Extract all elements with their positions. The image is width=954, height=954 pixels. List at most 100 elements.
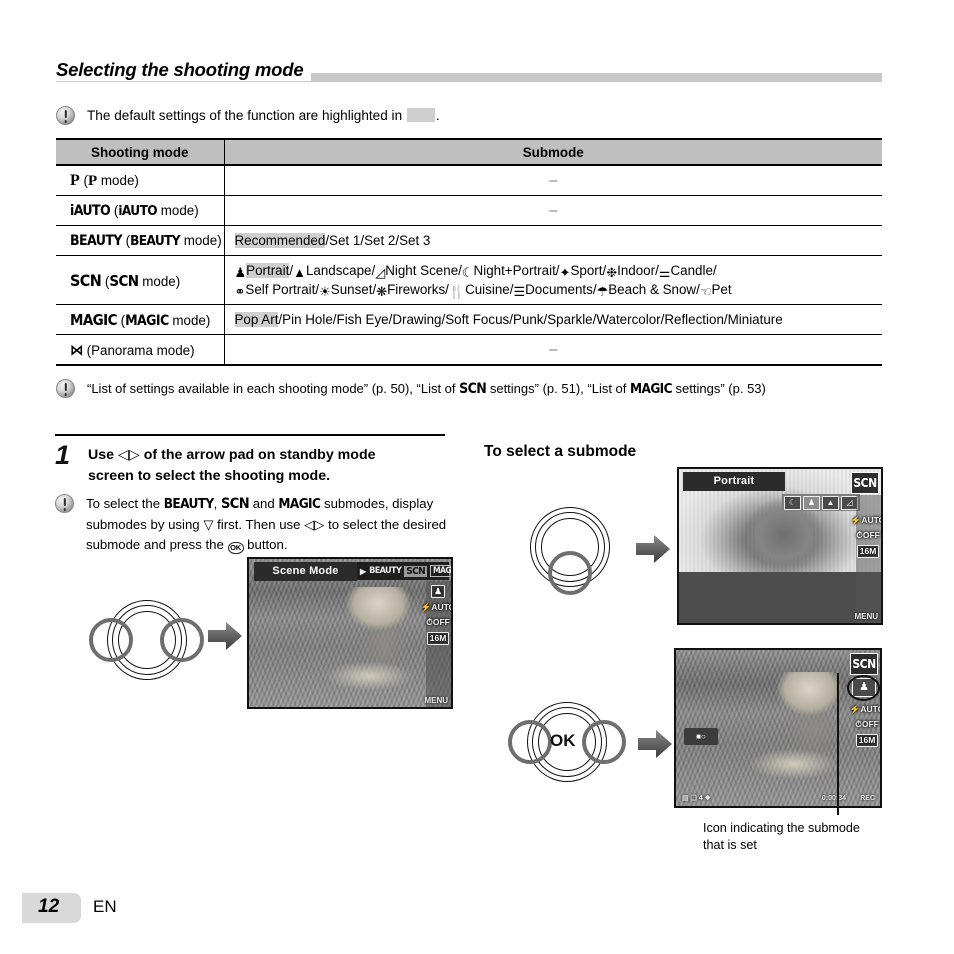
mode-mark-iauto: iAUTO <box>70 202 111 219</box>
mode-mark-magic-inline: MAGIC <box>125 312 169 329</box>
note-text-after: . <box>435 108 440 123</box>
mode-badge-scn: SCN <box>850 653 878 675</box>
night-portrait-icon[interactable]: ☾ <box>784 495 801 510</box>
left-arrow-highlight <box>89 618 133 662</box>
submode-icon-callout-circle <box>847 675 880 701</box>
submode-icon-row[interactable]: ☾ ♟ ▲ ◿ <box>782 494 860 511</box>
lcd-screen-scene-mode: Scene Mode ▶ BEAUTY SCN MAGIC ▷ ♟ ⚡AUTO … <box>247 557 453 709</box>
submode-scn-11: Documents <box>525 282 593 297</box>
candle-icon: ⚌ <box>658 265 671 280</box>
left-right-arrow-icon: ◁▷ <box>117 447 140 463</box>
mode-mark-p-inline: P <box>87 172 98 189</box>
note-f: to <box>328 516 340 532</box>
note-submode-text: To select the BEAUTY, SCN and MAGIC subm… <box>86 494 455 555</box>
arrow-pad-down-diagram <box>520 505 620 600</box>
note-references-text: “List of settings available in each shoo… <box>87 379 766 399</box>
ref-part3: settings” (p. 53) <box>675 381 766 396</box>
submode-scn-7: Self Portrait <box>245 282 316 297</box>
exclamation-icon <box>55 494 74 513</box>
note-submode-selection: To select the BEAUTY, SCN and MAGIC subm… <box>55 494 455 555</box>
flow-arrow-icon <box>208 620 242 652</box>
arrow-pad-ok-diagram: OK <box>508 700 626 790</box>
self-portrait-icon: ⚭ <box>234 284 246 299</box>
mode-mark-p: P <box>70 171 80 189</box>
submode-scn-8: Sunset <box>330 282 373 297</box>
indoor-icon: ❉ <box>606 265 618 280</box>
table-row: ⋈ (Panorama mode) – <box>56 334 882 365</box>
panorama-icon: ⋈ <box>70 340 84 359</box>
submode-magic-8: Reflection <box>664 312 724 327</box>
submode-scn-12: Beach & Snow <box>608 282 697 297</box>
mode-selector-bar[interactable]: ▶ BEAUTY SCN MAGIC ▷ <box>357 562 451 580</box>
submode-beauty-2: Set 2 <box>364 233 396 248</box>
mode-mark-scn-inline: SCN <box>109 271 139 290</box>
portrait-icon[interactable]: ♟ <box>803 495 820 510</box>
self-timer-off-icon: ⏱OFF <box>856 530 880 540</box>
language-code: EN <box>93 897 117 916</box>
mode-cell-beauty: BEAUTY (BEAUTY mode) <box>56 228 224 254</box>
submode-dash: – <box>549 202 558 219</box>
down-arrow-icon: ▽ <box>203 517 214 533</box>
step-divider <box>55 434 445 436</box>
fireworks-icon: ❋ <box>376 284 388 299</box>
mode-paren-text: mode) <box>172 312 211 328</box>
note-default-highlight-text: The default settings of the function are… <box>87 106 440 125</box>
submode-scn-13: Pet <box>711 282 732 297</box>
mode-option-magic[interactable]: MAGIC <box>430 565 451 577</box>
submode-dash: – <box>549 341 558 358</box>
submode-scn-3: Night+Portrait <box>473 263 556 278</box>
mode-mark-beauty: BEAUTY <box>70 232 122 249</box>
submode-magic-6: Sparkle <box>547 312 593 327</box>
step-text-a: Use <box>88 447 115 463</box>
mode-paren-text: mode) <box>183 232 222 248</box>
note-h: button. <box>247 537 288 552</box>
arrow-pad-left-right-diagram <box>89 598 204 686</box>
subsection-heading: To select a submode <box>484 443 637 460</box>
submode-beauty-1: Set 1 <box>329 233 361 248</box>
osd-rec-indicator: REC <box>860 795 875 802</box>
note-default-highlight: The default settings of the function are… <box>56 106 756 125</box>
mode-cell-magic: MAGIC (MAGIC mode) <box>56 306 224 334</box>
table-row: BEAUTY (BEAUTY mode) Recommended/Set 1/S… <box>56 225 882 256</box>
flash-auto-icon: ⚡AUTO <box>850 515 883 525</box>
ok-button-label[interactable]: OK <box>550 731 576 751</box>
scene-lower-band <box>679 572 881 623</box>
submode-dash: – <box>549 172 558 189</box>
night-scene-icon: ◿ <box>375 265 386 280</box>
lcd-screen-result: SCN ♟ ⚡AUTO ⏱OFF 16M ■○ ▤ ❑ 4 ❖ 0:00:34 … <box>674 648 882 808</box>
submode-scn-10: Cuisine <box>465 282 510 297</box>
menu-label[interactable]: MENU <box>854 612 878 621</box>
flash-auto-icon: ⚡AUTO <box>420 602 453 612</box>
flash-auto-icon: ⚡AUTO <box>849 704 882 714</box>
note-comma: , <box>213 496 218 511</box>
submode-magic-5: Punk <box>512 312 544 327</box>
landscape-icon[interactable]: ▲ <box>822 495 839 510</box>
pet-icon: ☜ <box>699 284 712 299</box>
submode-scn-2: Night Scene <box>385 263 459 278</box>
submode-scn-6: Candle <box>670 263 713 278</box>
flow-arrow-icon <box>638 728 672 760</box>
column-header-shooting-mode: Shooting mode <box>56 139 225 166</box>
osd-record-time: 0:00:34 <box>821 795 846 802</box>
table-row: P (P mode) – <box>56 165 882 196</box>
submode-magic-0: Pop Art <box>234 312 279 327</box>
left-arrow-highlight <box>508 720 552 764</box>
mode-cell-panorama: ⋈ (Panorama mode) <box>56 336 224 364</box>
mode-paren-text: mode) <box>160 202 199 218</box>
note-beauty-mark: BEAUTY <box>163 496 214 512</box>
menu-label[interactable]: MENU <box>424 696 448 705</box>
callout-caption: Icon indicating the submode that is set <box>703 820 903 854</box>
mode-left-arrow-icon[interactable]: ▶ <box>360 567 366 576</box>
note-references: “List of settings available in each shoo… <box>56 379 896 399</box>
submode-magic-7: Watercolor <box>596 312 661 327</box>
note-scn-mark: SCN <box>220 496 250 512</box>
table-header-row: Shooting mode Submode <box>56 139 882 166</box>
ref-part2: settings” (p. 51), “List of <box>489 381 627 396</box>
mode-option-beauty[interactable]: BEAUTY <box>369 566 402 576</box>
section-header: Selecting the shooting mode <box>56 59 882 84</box>
note-a: To select the <box>86 496 161 511</box>
submode-magic-9: Miniature <box>727 312 783 327</box>
column-header-submode: Submode <box>224 139 882 166</box>
mode-option-scn-selected[interactable]: SCN <box>404 565 428 577</box>
step-text-line2: screen to select the shooting mode. <box>88 468 331 484</box>
